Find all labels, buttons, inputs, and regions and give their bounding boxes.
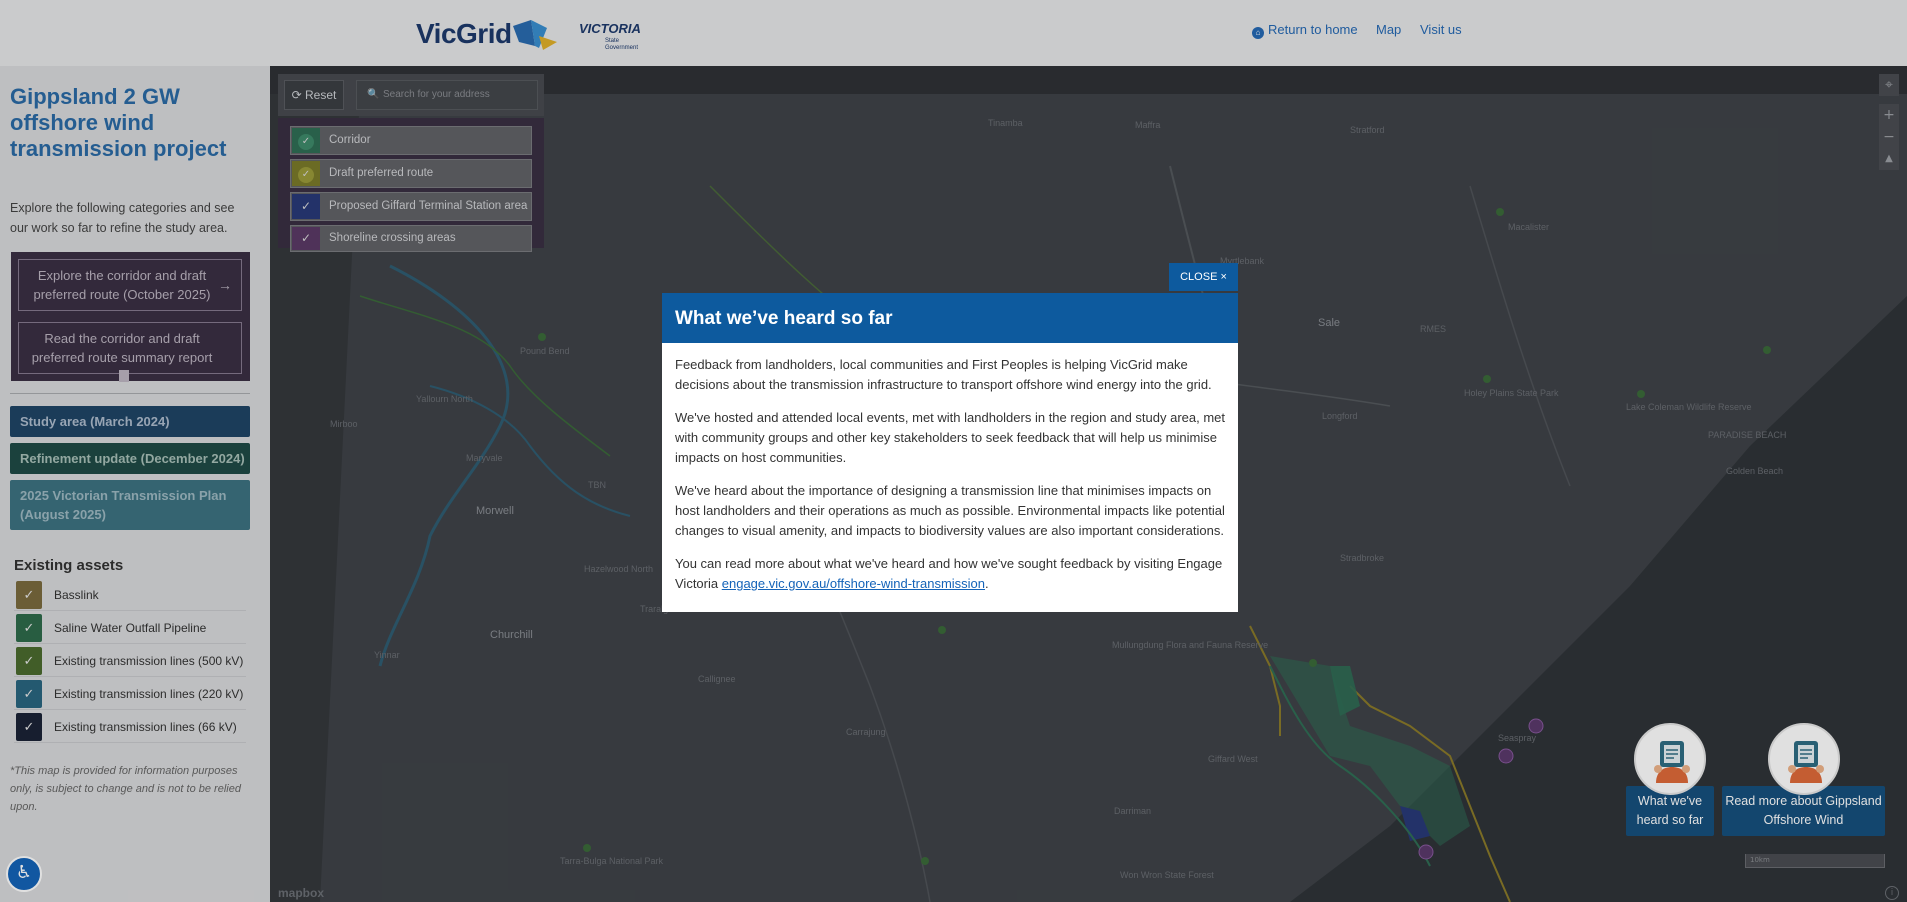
modal-paragraph: Feedback from landholders, local communi… [675,357,1212,392]
modal-paragraph: You can read more about what we've heard… [675,556,1223,591]
modal-paragraph: We've hosted and attended local events, … [675,410,1226,465]
modal-paragraph: We've heard about the importance of desi… [675,483,1225,538]
modal-close-button[interactable]: CLOSE × [1169,263,1238,291]
whats-heard-modal: What we’ve heard so far Feedback from la… [662,293,1238,612]
modal-title: What we’ve heard so far [662,293,1238,343]
modal-body: Feedback from landholders, local communi… [675,355,1229,607]
engage-victoria-link[interactable]: engage.vic.gov.au/offshore-wind-transmis… [722,576,985,591]
